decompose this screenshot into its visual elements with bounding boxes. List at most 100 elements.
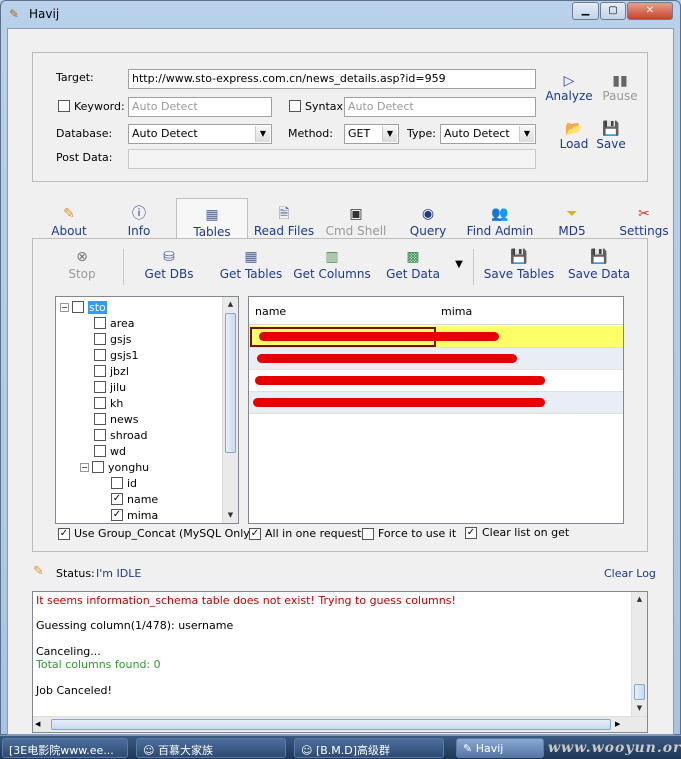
table-row[interactable]: [249, 348, 623, 370]
chevron-down-icon: ▼: [519, 126, 534, 142]
scroll-down-icon[interactable]: ▼: [632, 701, 647, 716]
tab-info[interactable]: ⓘ Info: [112, 198, 166, 240]
tree-table-node[interactable]: gsjs: [94, 331, 132, 347]
table-row[interactable]: [249, 326, 623, 348]
force-checkbox[interactable]: [362, 528, 374, 540]
tree-table-node[interactable]: jilu: [94, 379, 126, 395]
type-select[interactable]: Auto Detect ▼: [440, 124, 536, 144]
taskbar-item[interactable]: ☺ 百慕大家族: [136, 738, 286, 758]
scroll-up-icon[interactable]: ▲: [223, 297, 238, 312]
tab-find-admin[interactable]: 👥 Find Admin: [462, 198, 538, 240]
pause-button[interactable]: ▮▮ Pause: [598, 73, 642, 103]
column-header-mima[interactable]: mima: [435, 301, 621, 323]
load-button[interactable]: 📂 Load: [556, 121, 592, 151]
log-output[interactable]: It seems information_schema table does n…: [32, 591, 648, 733]
get-data-dropdown[interactable]: ▼: [451, 259, 467, 299]
tab-about[interactable]: ✎ About: [40, 198, 98, 240]
scrollbar-thumb[interactable]: [225, 313, 236, 453]
tree-checkbox[interactable]: [94, 349, 106, 361]
tree-checkbox[interactable]: [72, 301, 84, 313]
target-input[interactable]: http://www.sto-express.com.cn/news_detai…: [128, 69, 536, 89]
tab-query[interactable]: ◉ Query: [402, 198, 454, 240]
scroll-left-icon[interactable]: ◀: [35, 717, 40, 732]
stop-button[interactable]: ⊗ Stop: [55, 247, 109, 287]
tree-table-node[interactable]: jbzl: [94, 363, 129, 379]
method-select-value: GET: [348, 127, 371, 140]
tree-column-node[interactable]: id: [111, 475, 137, 491]
tree-checkbox[interactable]: [94, 397, 106, 409]
save-data-button[interactable]: 💾 Save Data: [567, 247, 631, 287]
tree-table-node[interactable]: kh: [94, 395, 123, 411]
database-icon: ⛁: [163, 249, 175, 265]
all-in-one-checkbox[interactable]: ✓: [249, 528, 261, 540]
method-select[interactable]: GET ▼: [344, 124, 399, 144]
tree-table-node[interactable]: shroad: [94, 427, 147, 443]
clear-list-checkbox[interactable]: ✓: [465, 527, 477, 539]
tree-table-node[interactable]: news: [94, 411, 138, 427]
table-row[interactable]: [249, 370, 623, 392]
log-scrollbar[interactable]: ▲ ▼: [631, 592, 647, 716]
tree-column-node[interactable]: ✓ mima: [111, 507, 158, 523]
tree-table-node[interactable]: wd: [94, 443, 126, 459]
floppy-disk-icon: 💾: [590, 249, 608, 265]
stop-label: Stop: [68, 267, 96, 281]
clear-log-link[interactable]: Clear Log: [604, 567, 656, 580]
database-select[interactable]: Auto Detect ▼: [128, 124, 272, 144]
tree-checkbox[interactable]: [92, 461, 104, 473]
tree-scrollbar[interactable]: ▲ ▼: [222, 297, 238, 523]
save-tables-button[interactable]: 💾 Save Tables: [481, 247, 557, 287]
tree-checkbox-checked[interactable]: ✓: [111, 493, 123, 505]
scroll-down-icon[interactable]: ▼: [223, 508, 238, 523]
funnel-icon: ⏷: [566, 206, 578, 222]
close-button[interactable]: ✕: [627, 2, 673, 20]
database-tree[interactable]: − sto area gsjs gsjs1 jbzl jilu kh news …: [55, 296, 239, 524]
tree-checkbox[interactable]: [94, 445, 106, 457]
tab-settings[interactable]: ✂ Settings: [614, 198, 674, 240]
get-dbs-button[interactable]: ⛁ Get DBs: [139, 247, 199, 287]
syntax-checkbox[interactable]: [289, 100, 301, 112]
tab-tables[interactable]: ▦ Tables: [176, 198, 248, 240]
tree-checkbox[interactable]: [94, 429, 106, 441]
scrollbar-thumb[interactable]: [634, 684, 645, 700]
keyword-checkbox[interactable]: [58, 100, 70, 112]
collapse-icon: −: [60, 302, 69, 312]
get-columns-button[interactable]: ▥ Get Columns: [291, 247, 373, 287]
get-tables-button[interactable]: ▦ Get Tables: [215, 247, 287, 287]
minimize-button[interactable]: ▁: [572, 2, 599, 20]
tree-table-node[interactable]: − yonghu: [80, 459, 149, 475]
scroll-right-icon[interactable]: ▶: [615, 717, 620, 732]
scrollbar-thumb[interactable]: [51, 719, 611, 730]
syntax-input[interactable]: Auto Detect: [344, 97, 536, 117]
tree-table-node[interactable]: gsjs1: [94, 347, 139, 363]
postdata-input[interactable]: [128, 149, 536, 169]
tree-table-node[interactable]: area: [94, 315, 135, 331]
scroll-up-icon[interactable]: ▲: [632, 592, 647, 607]
tree-checkbox[interactable]: [94, 381, 106, 393]
keyword-input[interactable]: Auto Detect: [128, 97, 272, 117]
tab-md5[interactable]: ⏷ MD5: [550, 198, 594, 240]
taskbar-item[interactable]: [3E电影院www.ee...: [2, 738, 128, 758]
maximize-button[interactable]: ▢: [600, 2, 626, 20]
group-concat-checkbox[interactable]: ✓: [58, 528, 70, 540]
tree-checkbox[interactable]: [94, 333, 106, 345]
taskbar-item[interactable]: ☺ [B.M.D]高级群: [294, 738, 444, 758]
get-data-button[interactable]: ▩ Get Data: [379, 247, 447, 287]
tree-checkbox[interactable]: [111, 477, 123, 489]
tab-cmd-shell[interactable]: ▣ Cmd Shell: [324, 198, 388, 240]
taskbar-item-havij[interactable]: ✎ Havij: [456, 738, 544, 758]
tree-checkbox[interactable]: [94, 317, 106, 329]
tree-checkbox-checked[interactable]: ✓: [111, 509, 123, 521]
tree-root-sto[interactable]: − sto: [60, 299, 107, 315]
save-button[interactable]: 💾 Save: [594, 121, 628, 151]
tree-checkbox[interactable]: [94, 365, 106, 377]
load-label: Load: [559, 137, 589, 151]
title-bar[interactable]: ✎ Havij ▁ ▢ ✕: [1, 1, 681, 29]
data-grid[interactable]: name mima: [248, 296, 624, 524]
log-horizontal-scrollbar[interactable]: ◀ ▶: [33, 716, 647, 732]
tree-column-node[interactable]: ✓ name: [111, 491, 158, 507]
tab-read-files[interactable]: 🗎 Read Files: [252, 198, 316, 240]
tree-checkbox[interactable]: [94, 413, 106, 425]
table-row[interactable]: [249, 392, 623, 414]
column-header-name[interactable]: name: [249, 301, 435, 323]
analyze-button[interactable]: ▷ Analyze: [544, 73, 594, 103]
